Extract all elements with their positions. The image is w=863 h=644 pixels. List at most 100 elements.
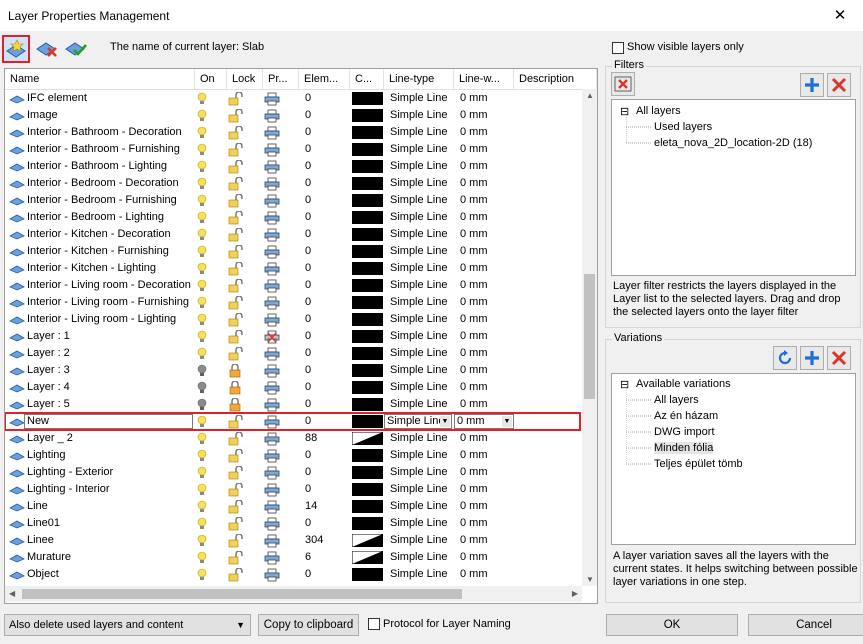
col-header-linetype[interactable]: Line-type [384,69,454,89]
remove-filter-button[interactable] [827,73,851,97]
linetype: Simple Line [390,194,448,206]
lock-open-icon[interactable] [228,566,246,585]
col-header-name[interactable]: Name [5,69,195,89]
layer-row[interactable]: Interior - Bathroom - Lighting 0 Simple Li… [5,158,580,175]
col-header-print[interactable]: Pr... [263,69,299,89]
layer-row[interactable]: Interior - Kitchen - Lighting 0 Simple Lin… [5,260,580,277]
layer-row[interactable]: Layer : 2 0 Simple Line 0 mm [5,345,580,362]
refresh-variation-button[interactable] [773,346,797,370]
line-width: 0 mm [460,92,488,104]
col-header-on[interactable]: On [195,69,227,89]
element-count: 0 [305,398,312,410]
element-count: 0 [305,262,312,274]
scroll-down-arrow[interactable]: ▼ [586,575,594,584]
layer-row[interactable]: Line 14 Simple Line 0 mm [5,498,580,515]
chevron-down-icon[interactable]: ▼ [440,416,450,427]
layer-row[interactable]: Interior - Living room - Lighting 0 Simple… [5,311,580,328]
layer-row[interactable]: Lighting - Exterior 0 Simple Line 0 mm [5,464,580,481]
layer-row[interactable]: Linee 304 Simple Line 0 mm [5,532,580,549]
horizontal-scrollbar[interactable]: ◀ ▶ [5,586,582,602]
filter-used-layers[interactable]: Used layers [654,121,712,133]
layer-row[interactable]: Lighting - Interior 0 Simple Line 0 mm [5,481,580,498]
layer-row[interactable]: Murature 6 Simple Line 0 mm [5,549,580,566]
col-header-elements[interactable]: Elem... [299,69,350,89]
col-header-color[interactable]: C... [350,69,384,89]
chevron-down-icon[interactable]: ▼ [502,416,512,427]
variations-label: Variations [612,332,665,344]
linewidth-combo[interactable]: 0 mm ▼ [454,414,514,429]
layer-row[interactable]: Layer : 5 0 Simple Line 0 mm [5,396,580,413]
layer-row[interactable]: Interior - Bedroom - Decoration 0 Simple L… [5,175,580,192]
layer-row[interactable]: Interior - Bathroom - Furnishing 0 Simple … [5,141,580,158]
layer-row[interactable]: Line01 0 Simple Line 0 mm [5,515,580,532]
element-count: 0 [305,177,312,189]
layer-row[interactable]: Layer _ 2 88 Simple Line 0 mm [5,430,580,447]
delete-layer-button[interactable] [33,35,61,63]
layer-row[interactable]: Lighting 0 Simple Line 0 mm [5,447,580,464]
printer-icon[interactable] [264,566,282,585]
layer-name: Interior - Kitchen - Decoration [27,228,171,240]
variation-item[interactable]: Az én házam [654,410,718,422]
layer-name: Layer : 5 [27,398,70,410]
linetype: Simple Line [390,92,448,104]
filters-tree[interactable]: ⊟ All layers Used layers eleta_nova_2D_l… [611,99,856,276]
variation-item[interactable]: Teljes épület tömb [654,458,743,470]
layer-name-input[interactable]: New [24,414,193,429]
copy-to-clipboard-button[interactable]: Copy to clipboard [258,614,359,636]
cancel-button[interactable]: Cancel [748,614,863,636]
layer-name: Lighting - Interior [27,483,110,495]
show-visible-checkbox[interactable] [612,42,624,54]
window-title: Layer Properties Management [8,9,170,23]
protocol-checkbox[interactable] [368,618,380,630]
delete-option-value: Also delete used layers and content [9,619,184,631]
variation-item[interactable]: Minden fólia [654,442,714,454]
filter-location[interactable]: eleta_nova_2D_location-2D (18) [654,137,812,149]
delete-option-dropdown[interactable]: Also delete used layers and content ▼ [4,614,251,636]
layer-row[interactable]: Interior - Living room - Decoration 0 Simp… [5,277,580,294]
element-count: 0 [305,313,312,325]
scroll-right-arrow[interactable]: ▶ [572,589,578,598]
layer-row[interactable]: Layer : 4 0 Simple Line 0 mm [5,379,580,396]
remove-variation-button[interactable] [827,346,851,370]
layer-row[interactable]: Image 0 Simple Line 0 mm [5,107,580,124]
element-count: 0 [305,160,312,172]
layer-row[interactable]: Object 0 Simple Line 0 mm [5,566,580,583]
layer-name: Murature [27,551,72,563]
bulb-on-icon[interactable] [197,566,211,585]
add-filter-button[interactable] [800,73,824,97]
close-window-button[interactable]: ✕ [817,0,863,31]
layer-table[interactable]: Name On Lock Pr... Elem... C... Line-typ… [4,68,598,604]
layer-row[interactable]: IFC element 0 Simple Line 0 mm [5,90,580,107]
col-header-lock[interactable]: Lock [227,69,263,89]
layer-row[interactable]: Interior - Kitchen - Decoration 0 Simple L… [5,226,580,243]
linetype-combo[interactable]: Simple Line ▼ [384,414,452,429]
layer-name: Layer : 1 [27,330,70,342]
variations-tree[interactable]: ⊟ Available variations All layers Az én … [611,373,856,545]
add-variation-button[interactable] [800,346,824,370]
layer-row[interactable]: Interior - Bedroom - Furnishing 0 Simple L… [5,192,580,209]
vertical-scrollbar[interactable]: ▲ ▼ [582,89,597,586]
col-header-linewidth[interactable]: Line-w... [454,69,514,89]
horizontal-scroll-thumb[interactable] [22,589,462,599]
layer-name: Layer _ 2 [27,432,73,444]
layer-name: Interior - Bedroom - Furnishing [27,194,177,206]
scroll-up-arrow[interactable]: ▲ [586,91,594,100]
layer-row[interactable]: Interior - Kitchen - Furnishing 0 Simple L… [5,243,580,260]
layer-name: Interior - Bathroom - Furnishing [27,143,180,155]
layer-row[interactable]: Interior - Living room - Furnishing 0 Simp… [5,294,580,311]
layer-row[interactable]: Layer : 1 0 Simple Line 0 mm [5,328,580,345]
layer-row[interactable]: Interior - Bathroom - Decoration 0 Simple … [5,124,580,141]
delete-filter-button[interactable] [611,72,635,96]
variation-item[interactable]: DWG import [654,426,715,438]
layer-row-editing[interactable]: New 0 Simple Line ▼ 0 mm ▼ [5,412,581,431]
variation-item[interactable]: All layers [654,394,699,406]
layer-row[interactable]: Layer : 3 0 Simple Line 0 mm [5,362,580,379]
ok-button[interactable]: OK [606,614,738,636]
layer-row[interactable]: Interior - Bedroom - Lighting 0 Simple Lin… [5,209,580,226]
new-layer-button[interactable] [2,35,30,63]
color-swatch[interactable] [352,566,385,585]
vertical-scroll-thumb[interactable] [584,274,595,399]
scroll-left-arrow[interactable]: ◀ [9,589,15,598]
set-current-layer-button[interactable] [62,35,90,63]
col-header-description[interactable]: Description [514,69,597,89]
